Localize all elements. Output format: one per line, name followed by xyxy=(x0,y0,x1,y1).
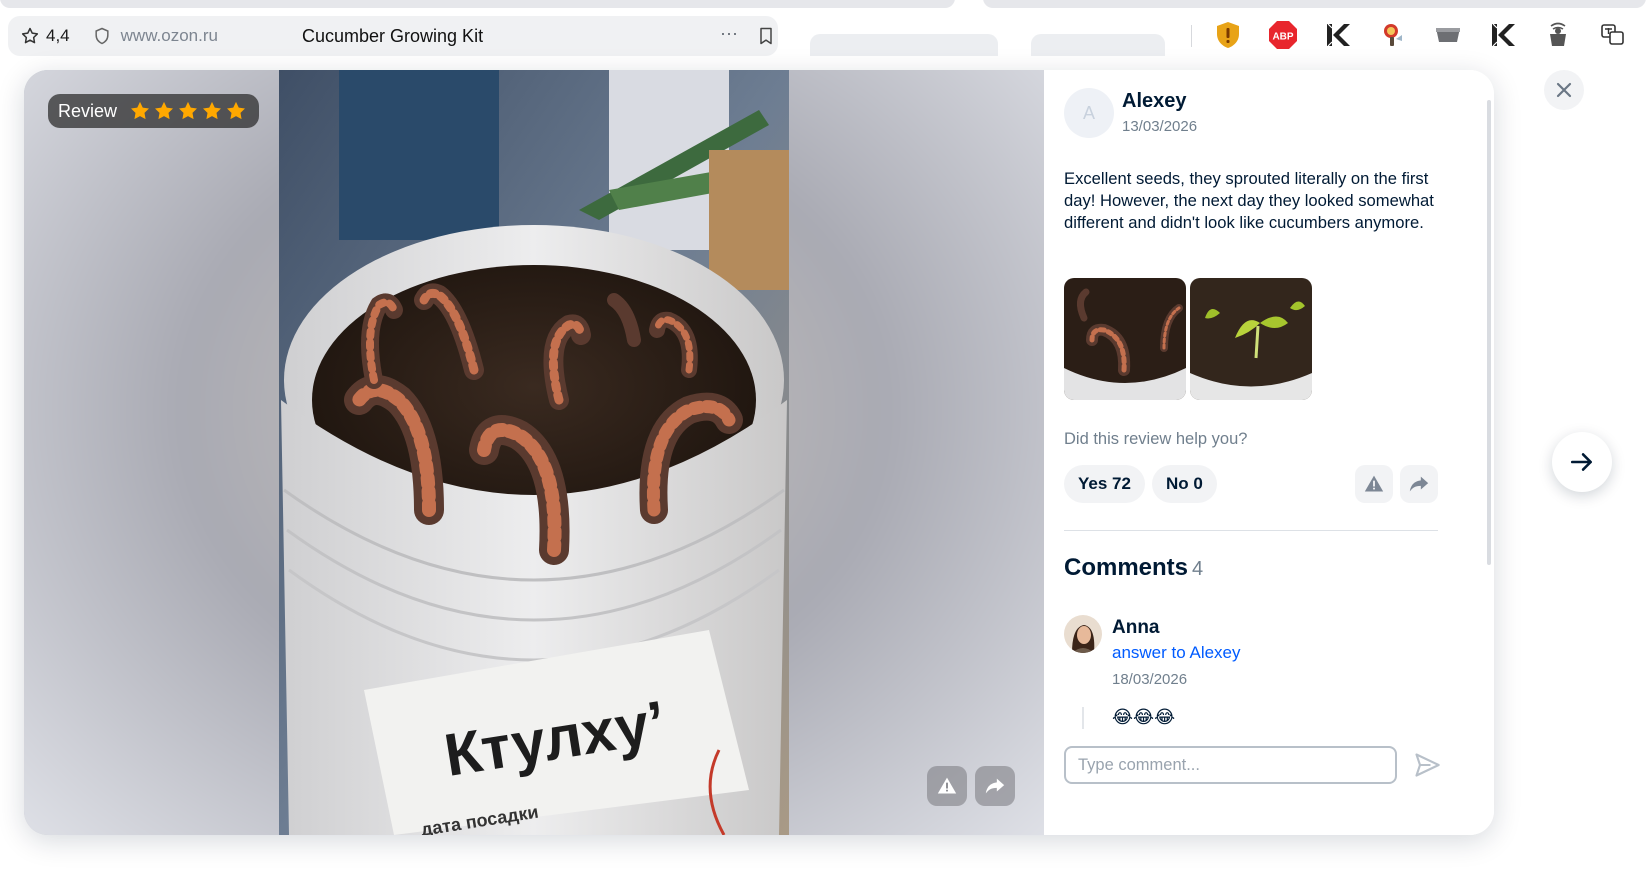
close-modal-button[interactable] xyxy=(1544,70,1584,110)
adblock-icon[interactable]: ABP xyxy=(1268,20,1298,50)
review-modal: Ктулху’ дата посадки Review A Alexey 13/… xyxy=(24,70,1494,835)
placeholder-tab xyxy=(1031,34,1165,56)
review-text: Excellent seeds, they sprouted literally… xyxy=(1064,169,1434,232)
translate-icon[interactable] xyxy=(1598,20,1628,50)
share-icon xyxy=(1409,476,1429,492)
helpful-question: Did this review help you? xyxy=(1064,430,1248,448)
comments-title: Comments xyxy=(1064,554,1189,581)
warning-icon xyxy=(937,777,957,794)
star-filled-icon xyxy=(203,101,222,120)
star-filled-icon xyxy=(179,101,198,120)
author-name[interactable]: Alexey xyxy=(1122,90,1187,113)
report-review-button[interactable] xyxy=(1355,465,1393,503)
comment-input[interactable] xyxy=(1064,746,1397,784)
share-review-button[interactable] xyxy=(1400,465,1438,503)
close-icon xyxy=(1556,82,1572,98)
comments-count: 4 xyxy=(1192,558,1204,580)
share-photo-button[interactable] xyxy=(975,766,1015,806)
reply-to-link[interactable]: answer to Alexey xyxy=(1112,643,1241,663)
page-rating: 4,4 xyxy=(46,26,70,45)
review-author: A Alexey 13/03/2026 xyxy=(1064,88,1197,138)
tab-strip xyxy=(0,0,1646,8)
comment-composer xyxy=(1064,746,1474,786)
bookmark-icon[interactable] xyxy=(756,26,776,46)
toolbar-divider xyxy=(1191,25,1192,47)
comments-heading: Comments 4 xyxy=(1064,554,1203,582)
more-icon[interactable]: ··· xyxy=(720,24,744,46)
send-comment-button[interactable] xyxy=(1408,746,1446,784)
adblock-label: ABP xyxy=(1272,32,1293,43)
review-thumbnails xyxy=(1064,278,1312,400)
warning-shield-icon[interactable] xyxy=(1213,20,1243,50)
avatar[interactable]: A xyxy=(1064,88,1114,138)
address-bar[interactable]: 4,4 www.ozon.ru Cucumber Growing Kit ··· xyxy=(8,16,778,56)
send-icon xyxy=(1415,753,1440,777)
arrow-right-icon xyxy=(1570,453,1592,471)
star-filled-icon xyxy=(131,101,150,120)
review-media-viewer: Ктулху’ дата посадки Review xyxy=(24,70,1044,835)
comment-text: 😂😂😂 xyxy=(1112,707,1176,728)
review-details-panel: A Alexey 13/03/2026 Excellent seeds, the… xyxy=(1044,70,1494,835)
review-photo[interactable]: Ктулху’ дата посадки xyxy=(279,70,789,835)
review-badge-label: Review xyxy=(58,100,118,121)
review-thumbnail[interactable] xyxy=(1064,278,1186,400)
browser-tab-active[interactable] xyxy=(0,0,955,8)
divider xyxy=(1064,530,1438,531)
browser-tab[interactable] xyxy=(983,0,1646,8)
comment-date: 18/03/2026 xyxy=(1112,671,1188,688)
comment-author-name[interactable]: Anna xyxy=(1112,617,1160,639)
tray-icon[interactable] xyxy=(1433,20,1463,50)
k-logo-icon[interactable] xyxy=(1323,20,1353,50)
star-filled-icon xyxy=(155,101,174,120)
review-actions: Yes 72 No 0 xyxy=(1064,465,1438,503)
k-logo-icon[interactable] xyxy=(1488,20,1518,50)
report-photo-button[interactable] xyxy=(927,766,967,806)
broadcast-icon[interactable] xyxy=(1543,20,1573,50)
vote-yes-button[interactable]: Yes 72 xyxy=(1064,465,1145,503)
page-title: Cucumber Growing Kit xyxy=(302,25,484,46)
shield-icon[interactable] xyxy=(92,26,112,46)
review-date: 13/03/2026 xyxy=(1122,118,1198,135)
scrollbar-thumb[interactable] xyxy=(1487,100,1491,565)
vote-no-button[interactable]: No 0 xyxy=(1152,465,1217,503)
review-thumbnail[interactable] xyxy=(1190,278,1312,400)
review-rating-badge: Review xyxy=(48,94,260,128)
thread-line xyxy=(1082,707,1084,729)
placeholder-tab xyxy=(810,34,998,56)
url-host[interactable]: www.ozon.ru xyxy=(121,26,218,46)
review-scroll-area[interactable]: A Alexey 13/03/2026 Excellent seeds, the… xyxy=(1064,70,1459,750)
avatar[interactable] xyxy=(1064,615,1102,653)
star-outline-icon[interactable] xyxy=(20,26,40,46)
warning-icon xyxy=(1364,475,1384,492)
next-review-button[interactable] xyxy=(1552,432,1612,492)
media-actions xyxy=(927,766,1015,806)
weather-icon[interactable] xyxy=(1378,20,1408,50)
star-rating xyxy=(129,100,247,122)
star-filled-icon xyxy=(227,101,246,120)
share-icon xyxy=(985,778,1005,794)
